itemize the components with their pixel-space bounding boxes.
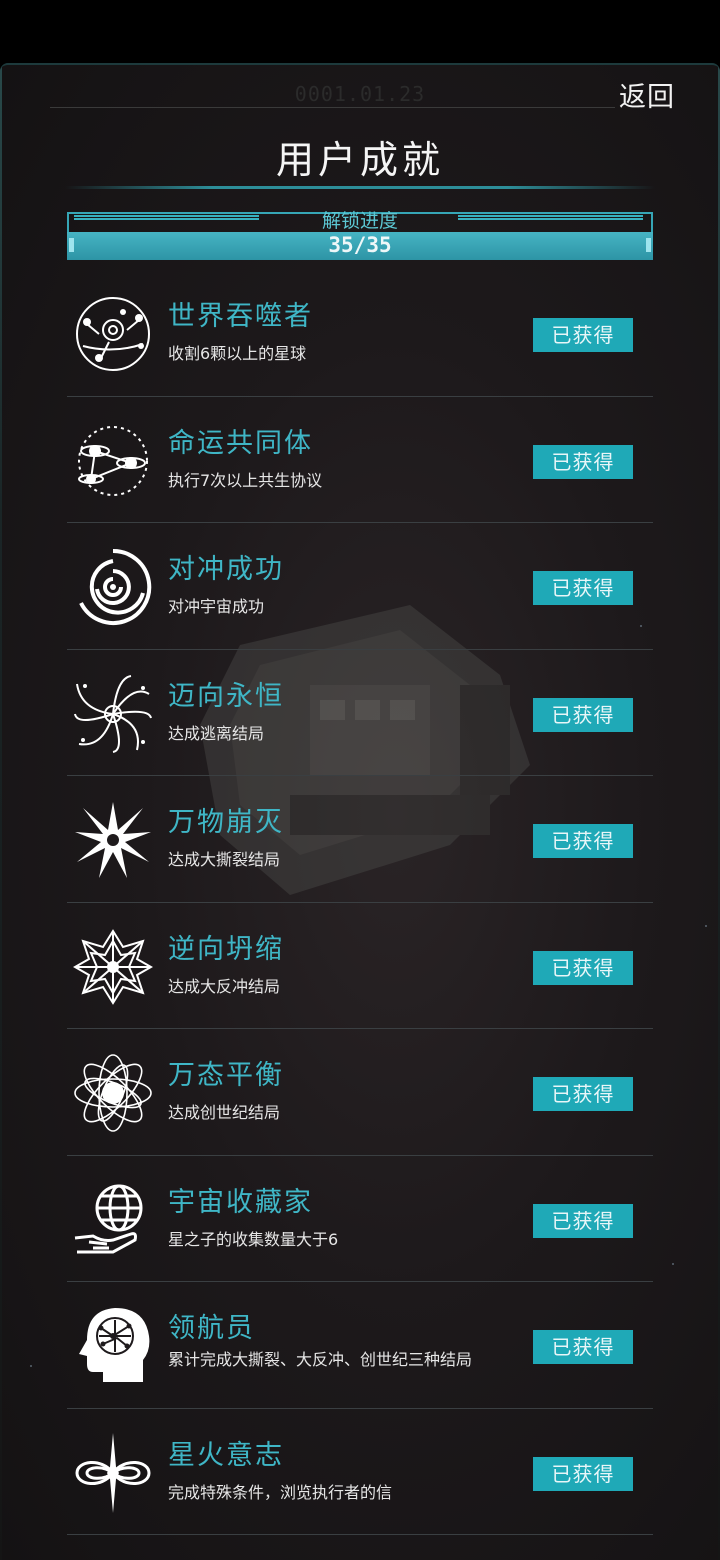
spiral-vortex-icon [79, 548, 152, 625]
atom-orbit-icon [74, 1054, 152, 1132]
timestamp: 0001.01.23 [294, 82, 426, 106]
achievement-item: 万物崩灭 达成大撕裂结局 已获得 [67, 776, 653, 903]
back-button[interactable]: 返回 [619, 75, 675, 114]
achievement-item: 逆向坍缩 达成大反冲结局 已获得 [67, 903, 653, 1029]
panel-edge [0, 65, 2, 1560]
achievements-screen: 0001.01.23 返回 用户成就 解锁进度 35/35 世界吞噬者 收割6颗… [0, 0, 720, 1560]
achievement-title: 迈向永恒 [168, 680, 284, 712]
achievement-title: 逆向坍缩 [168, 933, 284, 965]
mandala-icon [73, 928, 153, 1005]
background-star [672, 1263, 674, 1265]
burst-icon [75, 802, 151, 878]
achievement-item: 迈向永恒 达成逃离结局 已获得 [67, 650, 653, 776]
background-star [705, 925, 707, 927]
obtained-badge: 已获得 [533, 1077, 633, 1111]
obtained-badge: 已获得 [533, 444, 633, 479]
achievement-title: 命运共同体 [168, 427, 313, 459]
swirl-escape-icon [74, 674, 152, 753]
achievement-item: 命运共同体 执行7次以上共生协议 已获得 [67, 397, 653, 523]
achievement-title: 对冲成功 [168, 554, 284, 585]
achievement-title: 星火意志 [168, 1439, 284, 1471]
achievement-item: 对冲成功 对冲宇宙成功 已获得 [67, 523, 653, 650]
title-underline [65, 186, 655, 189]
achievement-description: 执行7次以上共生协议 [168, 470, 323, 490]
obtained-badge: 已获得 [533, 571, 633, 605]
achievement-description: 累计完成大撕裂、大反冲、创世纪三种结局 [168, 1350, 473, 1369]
achievement-title: 领航员 [168, 1313, 255, 1344]
achievement-description: 完成特殊条件，浏览执行者的信 [168, 1482, 393, 1502]
achievement-description: 对冲宇宙成功 [168, 597, 265, 616]
globe-hand-icon [74, 1184, 143, 1253]
obtained-badge: 已获得 [533, 1330, 633, 1364]
brain-head-icon [79, 1308, 150, 1382]
achievement-description: 达成大反冲结局 [168, 976, 281, 996]
achievement-item: 宇宙收藏家 星之子的收集数量大于6 已获得 [67, 1156, 653, 1282]
unlock-progress: 解锁进度 35/35 [67, 210, 653, 262]
achievement-item: 世界吞噬者 收割6颗以上的星球 已获得 [67, 270, 653, 397]
background-star [30, 1365, 32, 1367]
linked-planets-icon [78, 425, 148, 496]
obtained-badge: 已获得 [533, 950, 633, 985]
achievement-list: 世界吞噬者 收割6颗以上的星球 已获得 命运共同体 执行7次以上共生协议 已获得… [67, 270, 653, 1535]
achievement-title: 万物崩灭 [168, 807, 284, 838]
achievement-description: 收割6颗以上的星球 [168, 344, 307, 363]
header-divider [50, 107, 615, 108]
achievements-panel: 0001.01.23 返回 用户成就 解锁进度 35/35 世界吞噬者 收割6颗… [0, 63, 720, 1560]
achievement-item: 万态平衡 达成创世纪结局 已获得 [67, 1029, 653, 1156]
achievement-description: 达成逃离结局 [168, 723, 265, 743]
obtained-badge: 已获得 [533, 697, 633, 732]
achievement-title: 世界吞噬者 [168, 301, 313, 332]
infinity-star-icon [75, 1432, 151, 1513]
achievement-title: 宇宙收藏家 [168, 1186, 313, 1218]
page-title: 用户成就 [275, 138, 444, 182]
obtained-badge: 已获得 [533, 318, 633, 352]
planet-orbit-icon [76, 297, 150, 371]
achievement-item: 领航员 累计完成大撕裂、大反冲、创世纪三种结局 已获得 [67, 1282, 653, 1409]
achievement-title: 万态平衡 [168, 1060, 284, 1091]
achievement-description: 星之子的收集数量大于6 [168, 1229, 339, 1249]
obtained-badge: 已获得 [533, 1456, 633, 1491]
obtained-badge: 已获得 [533, 824, 633, 858]
achievement-description: 达成大撕裂结局 [168, 850, 281, 869]
achievement-description: 达成创世纪结局 [168, 1103, 281, 1122]
achievement-item: 星火意志 完成特殊条件，浏览执行者的信 已获得 [67, 1409, 653, 1535]
progress-bar: 35/35 [67, 232, 653, 260]
progress-count: 35/35 [328, 233, 392, 257]
obtained-badge: 已获得 [533, 1203, 633, 1238]
progress-label: 解锁进度 [321, 210, 398, 232]
